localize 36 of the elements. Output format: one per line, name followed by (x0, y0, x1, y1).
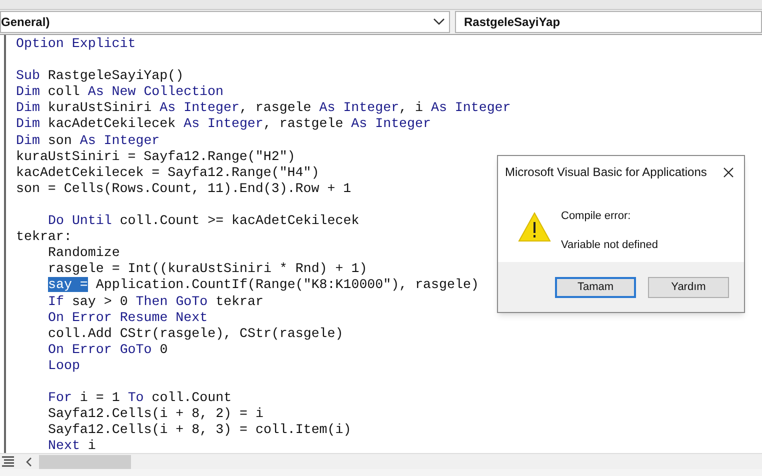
code-line: say = Application.CountIf(Range("K8:K10000"), rasgele) (47, 277, 479, 294)
error-heading: Compile error: (561, 209, 632, 224)
code-line: Loop (47, 358, 80, 374)
chevron-down-icon (433, 18, 445, 26)
code-line: Dim kuraUstSiniri As Integer, rasgele As Integer, i As Integer (16, 100, 511, 116)
code-line: Option Explicit (16, 36, 136, 52)
code-line: Randomize (47, 245, 120, 262)
warning-icon (518, 212, 551, 242)
object-dropdown[interactable]: General) (0, 11, 450, 33)
code-line: Sayfa12.Cells(i + 8, 3) = coll.Item(i) (47, 422, 352, 438)
dialog-button[interactable]: Tamam (555, 276, 636, 298)
error-message: Variable not defined (561, 238, 658, 252)
code-line: If say > 0 Then GoTo tekrar (47, 294, 264, 310)
code-line: On Error GoTo 0 (47, 342, 168, 358)
code-line: Dim coll As New Collection (16, 84, 224, 100)
code-line: Do Until coll.Count >= kacAdetCekilecek (47, 213, 360, 230)
code-line: tekrar: (16, 229, 72, 246)
procedure-dropdown[interactable]: RastgeleSayiYap (455, 11, 762, 33)
dialog-title: Microsoft Visual Basic for Applications (505, 164, 707, 181)
code-line: kuraUstSiniri = Sayfa12.Range("H2") (16, 148, 296, 165)
code-line: For i = 1 To coll.Count (47, 390, 232, 406)
scrollbar-thumb[interactable] (39, 454, 131, 468)
code-line: coll.Add CStr(rasgele), CStr(rasgele) (47, 326, 344, 342)
code-line: Dim son As Integer (16, 132, 160, 149)
scroll-left-icon[interactable] (25, 456, 33, 466)
code-line: kacAdetCekilecek = Sayfa12.Range("H4") (16, 164, 320, 181)
code-line: On Error Resume Next (47, 310, 208, 326)
close-icon[interactable] (723, 166, 734, 178)
code-line: rasgele = Int((kuraUstSiniri * Rnd) + 1) (47, 261, 368, 278)
code-line: Dim kacAdetCekilecek As Integer, rastgele As Integer (16, 116, 431, 133)
code-line: Next i (47, 438, 96, 454)
code-line: son = Cells(Rows.Count, 11).End(3).Row + 1 (16, 180, 352, 197)
code-line: Sub RastgeleSayiYap() (16, 68, 184, 84)
dialog-button[interactable]: Yardım (648, 276, 729, 298)
code-line: Sayfa12.Cells(i + 8, 2) = i (47, 406, 264, 422)
procedure-view-icon[interactable] (1, 456, 15, 468)
